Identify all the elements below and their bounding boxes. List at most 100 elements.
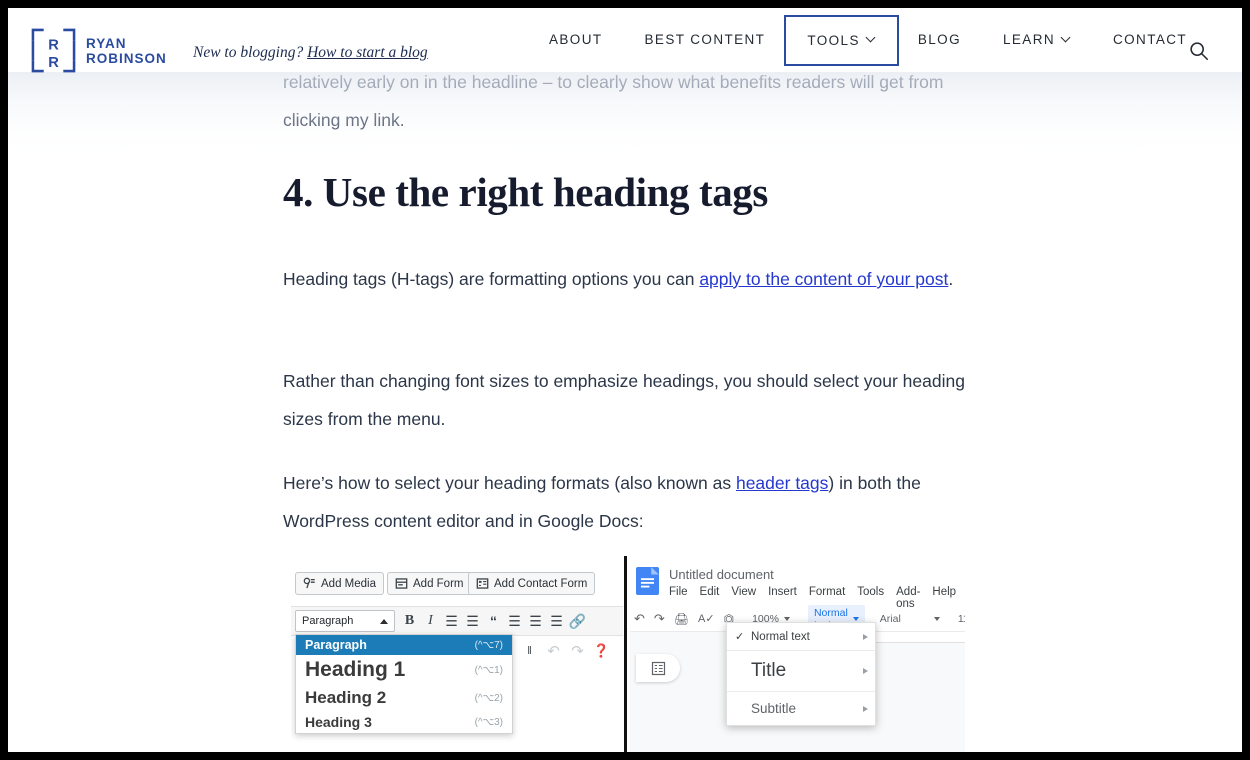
chevron-down-icon [1062, 34, 1071, 43]
add-form-button[interactable]: Add Form [387, 572, 472, 595]
redo-icon[interactable]: ↷ [567, 642, 588, 660]
chevron-down-icon [867, 34, 876, 43]
add-contact-form-button[interactable]: Add Contact Form [468, 572, 595, 595]
numbered-list-icon[interactable]: ☰ [462, 613, 483, 630]
media-icon [303, 577, 316, 590]
option-shortcut: (^⌥3) [475, 717, 503, 728]
dropdown-option-heading-1[interactable]: Heading 1 (^⌥1) [296, 655, 512, 685]
option-label: Heading 2 [305, 688, 386, 708]
add-form-label: Add Form [413, 578, 464, 590]
font-size-select[interactable]: 11 [958, 613, 965, 625]
site-header: R R RYAN ROBINSON New to blogging? How t… [8, 8, 1242, 72]
dropdown-option-paragraph[interactable]: Paragraph (^⌥7) [296, 635, 512, 655]
option-label: Normal text [751, 631, 810, 643]
font-size-value: 11 [958, 613, 965, 625]
nav-label: ABOUT [549, 8, 603, 72]
apply-to-content-link[interactable]: apply to the content of your post [699, 269, 948, 289]
spellcheck-icon[interactable]: A✓ [698, 612, 715, 625]
header-tags-link[interactable]: header tags [736, 473, 828, 493]
dropdown-option-heading-2[interactable]: Heading 2 (^⌥2) [296, 685, 512, 711]
document-title[interactable]: Untitled document [669, 567, 774, 582]
paragraph-format-dropdown[interactable]: Paragraph (^⌥7) Heading 1 (^⌥1) Heading … [295, 634, 513, 734]
paragraph-3-text-a: Here’s how to select your heading format… [283, 473, 736, 493]
add-contact-form-label: Add Contact Form [494, 578, 587, 590]
site-logo[interactable]: R R RYAN ROBINSON [30, 27, 167, 74]
clipped-paragraph: relatively early on in the headline – to… [283, 63, 973, 139]
option-shortcut: (^⌥7) [475, 640, 503, 651]
paragraph-2: Rather than changing font sizes to empha… [283, 362, 973, 438]
nav-item-tools[interactable]: TOOLS [786, 17, 897, 64]
wordpress-editor-screenshot: Add Media Add Form Add Contact Form B I [291, 564, 623, 752]
chevron-up-icon [380, 619, 388, 624]
form-icon [395, 577, 408, 590]
nav-label: LEARN [1003, 8, 1055, 72]
logo-wordmark: RYAN ROBINSON [86, 36, 167, 66]
screenshot-divider [624, 556, 627, 752]
bold-icon[interactable]: B [399, 613, 420, 629]
document-outline-button[interactable] [636, 654, 680, 682]
paragraph-1-text-b: . [948, 269, 953, 289]
search-icon [1188, 40, 1210, 62]
main-navigation: ABOUT BEST CONTENT TOOLS BLOG LEARN CONT… [528, 8, 1208, 72]
google-docs-file-icon [636, 567, 659, 595]
font-value: Arial [880, 613, 901, 625]
dropdown-option-heading-3[interactable]: Heading 3 (^⌥3) [296, 711, 512, 733]
bulleted-list-icon[interactable]: ☰ [441, 613, 462, 630]
google-docs-screenshot: Untitled document File Edit View Insert … [630, 564, 965, 752]
contact-form-icon [476, 577, 489, 590]
submenu-arrow-icon [863, 634, 868, 640]
option-shortcut: (^⌥2) [475, 693, 503, 704]
search-button[interactable] [1188, 40, 1214, 66]
tagline-prefix: New to blogging? [193, 44, 307, 61]
nav-item-about[interactable]: ABOUT [528, 8, 624, 72]
option-label: Title [751, 660, 786, 682]
blockquote-icon[interactable]: “ [483, 613, 504, 629]
logo-line-1: RYAN [86, 36, 167, 51]
option-label: Paragraph [305, 638, 367, 652]
help-icon[interactable]: ❓ [591, 643, 612, 659]
link-icon[interactable]: 🔗 [567, 613, 588, 630]
nav-label: BLOG [918, 8, 961, 72]
paragraph-format-select[interactable]: Paragraph [295, 610, 395, 632]
logo-line-2: ROBINSON [86, 51, 167, 66]
style-option-normal-text[interactable]: ✓ Normal text [727, 623, 875, 651]
redo-icon[interactable]: ↷ [654, 611, 665, 627]
nav-label: CONTACT [1113, 8, 1187, 72]
add-media-button[interactable]: Add Media [295, 572, 384, 595]
undo-icon[interactable]: ↶ [543, 642, 564, 660]
undo-icon[interactable]: ↶ [634, 611, 645, 627]
submenu-arrow-icon [863, 668, 868, 674]
page-heading: 4. Use the right heading tags [283, 168, 1003, 216]
align-right-icon[interactable]: ☰ [546, 613, 567, 630]
browser-viewport: relatively early on in the headline – to… [8, 8, 1242, 752]
chevron-down-icon [934, 617, 940, 621]
outline-icon [651, 661, 666, 676]
option-label: Subtitle [751, 701, 796, 716]
paragraph-1: Heading tags (H-tags) are formatting opt… [283, 260, 973, 298]
paragraph-1-text-a: Heading tags (H-tags) are formatting opt… [283, 269, 699, 289]
wordpress-toolbar-row2: ‖ ↶ ↷ ❓ [519, 642, 612, 660]
check-icon: ✓ [735, 630, 751, 643]
embedded-screenshot[interactable]: Add Media Add Form Add Contact Form B I [283, 556, 973, 752]
nav-item-learn[interactable]: LEARN [982, 8, 1092, 72]
nav-label: TOOLS [807, 17, 860, 64]
tagline: New to blogging? How to start a blog [193, 44, 428, 62]
align-left-icon[interactable]: ☰ [504, 613, 525, 630]
nav-item-best-content[interactable]: BEST CONTENT [624, 8, 787, 72]
add-media-label: Add Media [321, 578, 376, 590]
how-to-start-a-blog-link[interactable]: How to start a blog [307, 44, 428, 61]
insert-more-icon[interactable]: ‖ [519, 645, 540, 657]
font-select[interactable]: Arial [880, 613, 940, 625]
nav-item-blog[interactable]: BLOG [897, 8, 982, 72]
print-icon[interactable]: 🖨 [674, 612, 689, 626]
italic-icon[interactable]: I [420, 613, 441, 629]
paragraph-style-dropdown[interactable]: ✓ Normal text Title Subtitle [726, 622, 876, 726]
option-shortcut: (^⌥1) [475, 665, 503, 676]
style-option-subtitle[interactable]: Subtitle [727, 692, 875, 725]
svg-text:R: R [48, 38, 59, 54]
paragraph-format-value: Paragraph [302, 615, 353, 627]
style-option-title[interactable]: Title [727, 651, 875, 692]
chevron-down-icon [784, 617, 790, 621]
align-center-icon[interactable]: ☰ [525, 613, 546, 630]
submenu-arrow-icon [863, 706, 868, 712]
